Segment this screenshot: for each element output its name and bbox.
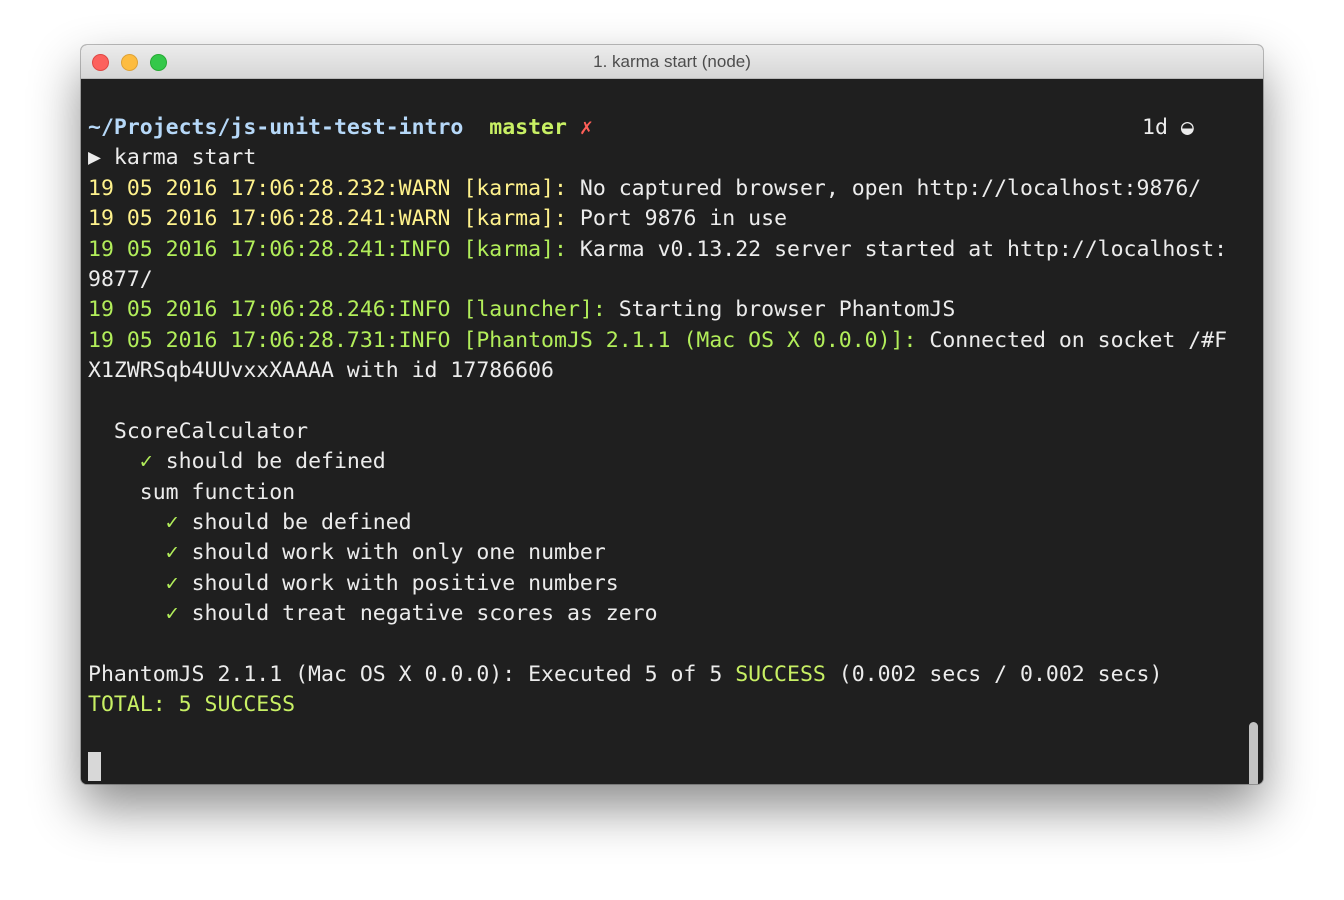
suite-label: ScoreCalculator	[113, 418, 309, 444]
summary-executed: PhantomJS 2.1.1 (Mac OS X 0.0.0): Execut…	[88, 662, 723, 688]
log-message: Starting browser PhantomJS	[618, 297, 956, 323]
log-message: Karma v0.13.22 server started at http://…	[579, 236, 1228, 262]
log-timestamp: 19 05 2016 17:06:28.241:WARN	[88, 206, 451, 232]
command-line: ▶ karma start	[88, 143, 1263, 173]
log-timestamp: 19 05 2016 17:06:28.246:INFO	[88, 297, 451, 323]
check-icon: ✓	[165, 510, 179, 536]
title-bar[interactable]: 1. karma start (node)	[81, 45, 1263, 79]
spec-line: ✓ should be defined	[88, 447, 1263, 477]
check-icon: ✓	[165, 570, 179, 596]
log-source: [karma]:	[463, 206, 567, 232]
prompt-path: ~/Projects/js-unit-test-intro	[88, 115, 464, 140]
summary-line: PhantomJS 2.1.1 (Mac OS X 0.0.0): Execut…	[88, 660, 1263, 690]
right-prompt: 1d ◒	[1142, 115, 1194, 140]
log-message-wrap: X1ZWRSqb4UUvxxXAAAA with id 17786606	[88, 358, 554, 384]
log-line: 19 05 2016 17:06:28.241:WARN [karma]: Po…	[88, 204, 1263, 234]
spec-label: should treat negative scores as zero	[191, 601, 658, 627]
summary-total: TOTAL: 5 SUCCESS	[88, 692, 296, 718]
log-line: 19 05 2016 17:06:28.246:INFO [launcher]:…	[88, 295, 1263, 325]
log-source: [launcher]:	[463, 297, 606, 323]
window-title: 1. karma start (node)	[593, 52, 751, 71]
log-message-wrap: 9877/	[88, 266, 153, 292]
log-source: [karma]:	[463, 236, 567, 262]
log-message: No captured browser, open http://localho…	[579, 175, 1202, 201]
cursor-line	[88, 751, 1263, 781]
suite-name: ScoreCalculator	[88, 417, 1263, 447]
log-source: [PhantomJS 2.1.1 (Mac OS X 0.0.0)]:	[463, 327, 917, 353]
git-branch: master	[489, 115, 567, 140]
log-line: 19 05 2016 17:06:28.241:INFO [karma]: Ka…	[88, 235, 1263, 265]
total-line: TOTAL: 5 SUCCESS	[88, 690, 1263, 720]
nested-suite-label: sum function	[139, 479, 296, 505]
log-timestamp: 19 05 2016 17:06:28.232:WARN	[88, 175, 451, 201]
log-message: Port 9876 in use	[579, 206, 788, 232]
log-source: [karma]:	[463, 175, 567, 201]
spec-line: ✓ should work with positive numbers	[88, 569, 1263, 599]
prompt-line: ~/Projects/js-unit-test-intro master ✗ 1d…	[88, 113, 1263, 143]
log-line: 19 05 2016 17:06:28.731:INFO [PhantomJS …	[88, 326, 1263, 356]
check-icon: ✓	[165, 540, 179, 566]
spec-line: ✓ should treat negative scores as zero	[88, 599, 1263, 629]
check-icon: ✓	[165, 601, 179, 627]
log-timestamp: 19 05 2016 17:06:28.731:INFO	[88, 327, 451, 353]
spec-line: ✓ should work with only one number	[88, 538, 1263, 568]
log-message: Connected on socket /#F	[929, 327, 1228, 353]
spec-label: should be defined	[165, 449, 386, 475]
prompt-arrow-icon: ▶	[88, 145, 101, 171]
summary-timing: (0.002 secs / 0.002 secs)	[838, 662, 1163, 688]
log-line: 19 05 2016 17:06:28.232:WARN [karma]: No…	[88, 174, 1263, 204]
command-text: karma start	[113, 145, 257, 171]
scrollbar-thumb[interactable]	[1249, 722, 1258, 784]
check-icon: ✓	[139, 449, 153, 475]
terminal-window: 1. karma start (node) ~/Projects/js-unit…	[81, 45, 1263, 784]
spec-label: should work with only one number	[191, 540, 606, 566]
log-timestamp: 19 05 2016 17:06:28.241:INFO	[88, 236, 451, 262]
log-line-wrap: 9877/	[88, 265, 1263, 295]
git-dirty-icon: ✗	[579, 115, 593, 140]
nested-suite-name: sum function	[88, 478, 1263, 508]
spec-label: should be defined	[191, 510, 412, 536]
spec-line: ✓ should be defined	[88, 508, 1263, 538]
spec-label: should work with positive numbers	[191, 570, 619, 596]
terminal-output[interactable]: ~/Projects/js-unit-test-intro master ✗ 1d…	[81, 80, 1263, 784]
log-line-wrap: X1ZWRSqb4UUvxxXAAAA with id 17786606	[88, 356, 1263, 386]
text-cursor	[88, 751, 101, 781]
summary-success: SUCCESS	[735, 662, 826, 688]
